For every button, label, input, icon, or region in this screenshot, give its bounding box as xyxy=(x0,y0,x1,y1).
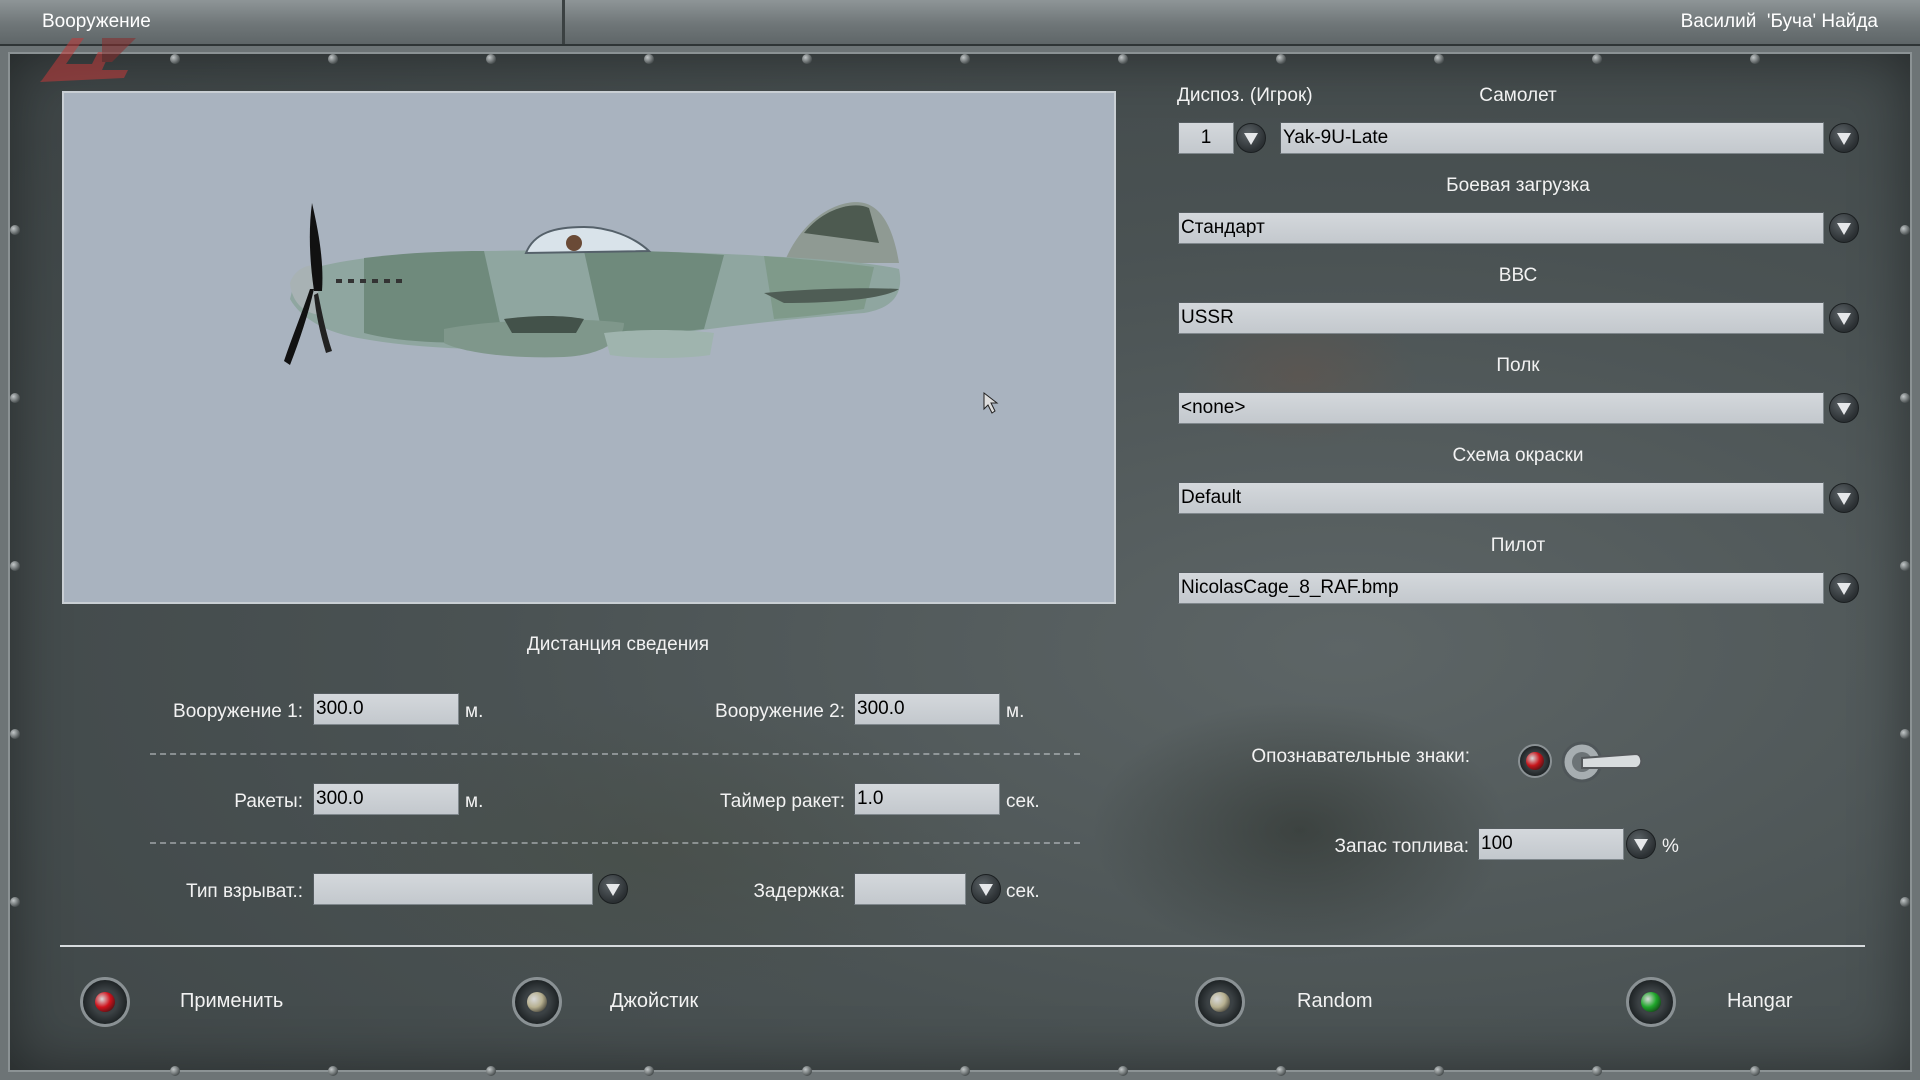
slot-label: Диспоз. (Игрок) xyxy=(1177,85,1313,106)
rivet xyxy=(1900,393,1910,403)
fuze-select[interactable] xyxy=(313,873,593,905)
rockets-unit: м. xyxy=(465,791,484,812)
rivet xyxy=(1900,897,1910,907)
rivet xyxy=(1750,54,1760,64)
hangar-label[interactable]: Hangar xyxy=(1727,990,1793,1013)
rivet xyxy=(960,1066,970,1076)
rivet xyxy=(1118,1066,1128,1076)
rockets-input[interactable]: 300.0 xyxy=(313,783,459,815)
pilot-select[interactable]: NicolasCage_8_RAF.bmp xyxy=(1178,572,1824,604)
divider xyxy=(150,842,1080,844)
regiment-select[interactable]: <none> xyxy=(1178,392,1824,424)
skin-select[interactable]: Default xyxy=(1178,482,1824,514)
hangar-button[interactable] xyxy=(1626,977,1676,1027)
rivet xyxy=(486,1066,496,1076)
game-logo-icon xyxy=(40,38,136,82)
fuel-dropdown-icon[interactable] xyxy=(1626,829,1656,859)
slot-field[interactable]: 1 xyxy=(1178,122,1234,154)
gun2-unit: м. xyxy=(1006,701,1025,722)
fuel-label: Запас топлива: xyxy=(1334,836,1469,857)
gun2-label: Вооружение 2: xyxy=(715,701,845,722)
rocket-timer-input[interactable]: 1.0 xyxy=(854,783,1000,815)
user-name: Василий 'Буча' Найда xyxy=(1680,11,1878,32)
markings-toggle-switch[interactable] xyxy=(1560,738,1678,792)
rocket-timer-unit: сек. xyxy=(1006,791,1040,812)
fuel-unit: % xyxy=(1662,836,1679,857)
rivet xyxy=(10,393,20,403)
rivet xyxy=(10,225,20,235)
rockets-label: Ракеты: xyxy=(234,791,303,812)
rivet xyxy=(1434,1066,1444,1076)
plane-label: Самолет xyxy=(1479,85,1557,106)
skin-dropdown-icon[interactable] xyxy=(1829,483,1859,513)
regiment-label: Полк xyxy=(1496,355,1540,376)
gun2-input[interactable]: 300.0 xyxy=(854,693,1000,725)
rivet xyxy=(170,1066,180,1076)
rivet xyxy=(10,897,20,907)
delay-dropdown-icon[interactable] xyxy=(971,874,1001,904)
markings-label: Опознавательные знаки: xyxy=(1251,746,1470,767)
rivet xyxy=(644,54,654,64)
rivet xyxy=(328,54,338,64)
pilot-label: Пилот xyxy=(1490,535,1546,556)
rivet xyxy=(802,54,812,64)
rivet xyxy=(1118,54,1128,64)
slot-dropdown-icon[interactable] xyxy=(1236,123,1266,153)
skin-label: Схема окраски xyxy=(1452,445,1584,466)
airforce-dropdown-icon[interactable] xyxy=(1829,303,1859,333)
rivet xyxy=(10,729,20,739)
apply-button[interactable] xyxy=(80,977,130,1027)
rivet xyxy=(10,561,20,571)
rivet xyxy=(802,1066,812,1076)
rivet xyxy=(1900,729,1910,739)
pilot-dropdown-icon[interactable] xyxy=(1829,573,1859,603)
yak-9u-aircraft-icon xyxy=(284,202,999,414)
convergence-title: Дистанция сведения xyxy=(526,634,710,655)
random-label[interactable]: Random xyxy=(1297,990,1373,1013)
loadout-label: Боевая загрузка xyxy=(1446,175,1590,196)
rivet xyxy=(1750,1066,1760,1076)
fuze-dropdown-icon[interactable] xyxy=(598,874,628,904)
delay-select[interactable] xyxy=(854,873,966,905)
gun1-unit: м. xyxy=(465,701,484,722)
rivet xyxy=(328,1066,338,1076)
aircraft-preview[interactable] xyxy=(62,91,1116,604)
rivet xyxy=(1276,54,1286,64)
fuze-label: Тип взрыват.: xyxy=(186,881,303,902)
rivet xyxy=(644,1066,654,1076)
rivet xyxy=(960,54,970,64)
plane-dropdown-icon[interactable] xyxy=(1829,123,1859,153)
gun1-input[interactable]: 300.0 xyxy=(313,693,459,725)
divider xyxy=(150,753,1080,755)
rivet xyxy=(1276,1066,1286,1076)
separator-line xyxy=(60,945,1865,947)
rivet xyxy=(1900,561,1910,571)
rocket-timer-label: Таймер ракет: xyxy=(720,791,845,812)
delay-label: Задержка: xyxy=(753,881,845,902)
fuel-input[interactable]: 100 xyxy=(1478,828,1624,860)
loadout-dropdown-icon[interactable] xyxy=(1829,213,1859,243)
markings-lamp-icon xyxy=(1518,744,1552,778)
plane-select[interactable]: Yak-9U-Late xyxy=(1280,122,1824,154)
regiment-dropdown-icon[interactable] xyxy=(1829,393,1859,423)
rivet xyxy=(1592,54,1602,64)
loadout-select[interactable]: Стандарт xyxy=(1178,212,1824,244)
rivet xyxy=(1434,54,1444,64)
airforce-select[interactable]: USSR xyxy=(1178,302,1824,334)
gun1-label: Вооружение 1: xyxy=(173,701,303,722)
joystick-label[interactable]: Джойстик xyxy=(610,990,698,1013)
rivet xyxy=(1900,225,1910,235)
rivet xyxy=(486,54,496,64)
airforce-label: ВВС xyxy=(1498,265,1538,286)
random-button[interactable] xyxy=(1195,977,1245,1027)
joystick-button[interactable] xyxy=(512,977,562,1027)
apply-label[interactable]: Применить xyxy=(180,990,283,1013)
rivet xyxy=(170,54,180,64)
rivet xyxy=(1592,1066,1602,1076)
title-bar: Вооружение Василий 'Буча' Найда xyxy=(0,0,1920,46)
delay-unit: сек. xyxy=(1006,881,1040,902)
